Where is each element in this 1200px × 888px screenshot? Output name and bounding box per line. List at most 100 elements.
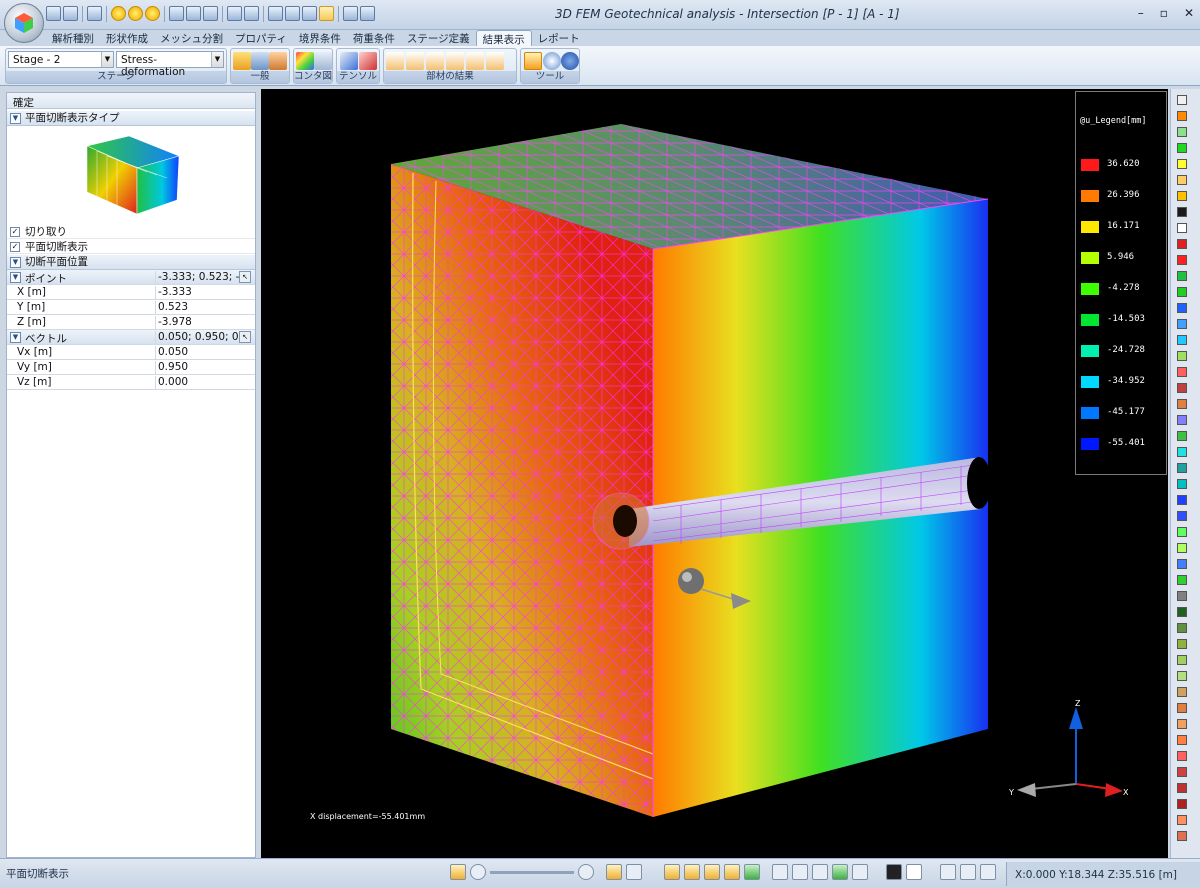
chevron-down-icon[interactable]: ▼ bbox=[10, 332, 21, 343]
palette-swatch[interactable] bbox=[1177, 255, 1187, 265]
result-type-select[interactable]: Stress-deformation ▼ bbox=[116, 51, 224, 78]
palette-swatch[interactable] bbox=[1177, 111, 1187, 121]
palette-swatch[interactable] bbox=[1177, 751, 1187, 761]
snap-line-icon[interactable] bbox=[684, 864, 700, 880]
palette-swatch[interactable] bbox=[1177, 95, 1187, 105]
zoom-out-icon[interactable] bbox=[470, 864, 486, 880]
palette-swatch[interactable] bbox=[1177, 239, 1187, 249]
palette-swatch[interactable] bbox=[1177, 287, 1187, 297]
palette-swatch[interactable] bbox=[1177, 159, 1187, 169]
contour-settings-icon[interactable] bbox=[314, 52, 332, 70]
light-reset-icon[interactable] bbox=[145, 6, 160, 21]
select-window-icon[interactable] bbox=[852, 864, 868, 880]
select-element-icon[interactable] bbox=[792, 864, 808, 880]
table-icon[interactable] bbox=[251, 52, 269, 70]
palette-swatch[interactable] bbox=[1177, 303, 1187, 313]
chevron-down-icon[interactable]: ▼ bbox=[10, 257, 21, 268]
save-icon[interactable] bbox=[63, 6, 78, 21]
print-icon[interactable] bbox=[244, 6, 259, 21]
palette-swatch[interactable] bbox=[1177, 687, 1187, 697]
cut-checkbox-row[interactable]: ✓ 切り取り bbox=[7, 225, 255, 239]
palette-swatch[interactable] bbox=[1177, 527, 1187, 537]
palette-swatch[interactable] bbox=[1177, 831, 1187, 841]
minimize-button[interactable]: – bbox=[1138, 6, 1144, 20]
palette-swatch[interactable] bbox=[1177, 223, 1187, 233]
moment-x-icon[interactable] bbox=[446, 52, 464, 70]
point-x-field[interactable]: -3.333 bbox=[155, 286, 255, 300]
open-icon[interactable] bbox=[46, 6, 61, 21]
palette-swatch[interactable] bbox=[1177, 815, 1187, 825]
select-arrow-icon[interactable] bbox=[343, 6, 358, 21]
window-icon[interactable] bbox=[87, 6, 102, 21]
snap-point-icon[interactable] bbox=[664, 864, 680, 880]
zoom-window-icon[interactable] bbox=[285, 6, 300, 21]
palette-swatch[interactable] bbox=[1177, 383, 1187, 393]
light-icon[interactable] bbox=[111, 6, 126, 21]
pick-point-button[interactable]: ↖ bbox=[239, 271, 251, 283]
zoom-in-icon[interactable] bbox=[578, 864, 594, 880]
view-options-icon[interactable] bbox=[186, 6, 201, 21]
menu-results[interactable]: 結果表示 bbox=[475, 30, 532, 46]
confirm-button[interactable]: 確定 bbox=[7, 93, 255, 109]
palette-swatch[interactable] bbox=[1177, 767, 1187, 777]
palette-swatch[interactable] bbox=[1177, 735, 1187, 745]
palette-swatch[interactable] bbox=[1177, 191, 1187, 201]
snap-edit-icon[interactable] bbox=[724, 864, 740, 880]
palette-swatch[interactable] bbox=[1177, 431, 1187, 441]
moment-y-icon[interactable] bbox=[466, 52, 484, 70]
maximize-button[interactable]: ▫ bbox=[1160, 6, 1168, 20]
stage-select[interactable]: Stage - 2 ▼ bbox=[8, 51, 114, 68]
vector-x-field[interactable]: 0.050 bbox=[155, 346, 255, 360]
pencil-icon[interactable] bbox=[233, 52, 251, 70]
tensor-icon[interactable] bbox=[340, 52, 358, 70]
list-view-icon[interactable] bbox=[960, 864, 976, 880]
model-viewport[interactable]: Z X Y X displacement=-55.401mm bbox=[261, 89, 1168, 858]
palette-swatch[interactable] bbox=[1177, 655, 1187, 665]
palette-swatch[interactable] bbox=[1177, 335, 1187, 345]
point-z-field[interactable]: -3.978 bbox=[155, 316, 255, 330]
palette-swatch[interactable] bbox=[1177, 207, 1187, 217]
palette-swatch[interactable] bbox=[1177, 511, 1187, 521]
shear-y-icon[interactable] bbox=[406, 52, 424, 70]
palette-swatch[interactable] bbox=[1177, 623, 1187, 633]
info-icon[interactable] bbox=[543, 52, 561, 70]
chevron-down-icon[interactable]: ▼ bbox=[10, 272, 21, 283]
plane-section-checkbox[interactable]: ✓ bbox=[10, 242, 20, 252]
edit-icon[interactable] bbox=[269, 52, 287, 70]
render-mode-icon[interactable] bbox=[203, 6, 218, 21]
grid-view-icon[interactable] bbox=[450, 864, 466, 880]
tool-chart-icon[interactable] bbox=[524, 52, 542, 70]
rotate-icon[interactable] bbox=[319, 6, 334, 21]
palette-swatch[interactable] bbox=[1177, 399, 1187, 409]
menu-property[interactable]: プロパティ bbox=[229, 30, 293, 46]
palette-swatch[interactable] bbox=[1177, 783, 1187, 793]
select-node-icon[interactable] bbox=[772, 864, 788, 880]
monitor-icon[interactable] bbox=[980, 864, 996, 880]
palette-swatch[interactable] bbox=[1177, 447, 1187, 457]
vector-z-field[interactable]: 0.000 bbox=[155, 376, 255, 390]
palette-swatch[interactable] bbox=[1177, 143, 1187, 153]
palette-swatch[interactable] bbox=[1177, 543, 1187, 553]
section-plane-position[interactable]: ▼ 切断平面位置 bbox=[7, 255, 255, 270]
snap-icon[interactable] bbox=[606, 864, 622, 880]
help-icon[interactable] bbox=[561, 52, 579, 70]
point-y-field[interactable]: 0.523 bbox=[155, 301, 255, 315]
menu-analysis-type[interactable]: 解析種別 bbox=[46, 30, 100, 46]
menu-stage[interactable]: ステージ定義 bbox=[401, 30, 476, 46]
plane-section-checkbox-row[interactable]: ✓ 平面切断表示 bbox=[7, 240, 255, 254]
pick-vector-button[interactable]: ↖ bbox=[239, 331, 251, 343]
chevron-down-icon[interactable]: ▼ bbox=[10, 113, 21, 124]
palette-swatch[interactable] bbox=[1177, 479, 1187, 489]
axial-force-icon[interactable] bbox=[386, 52, 404, 70]
display-light-icon[interactable] bbox=[906, 864, 922, 880]
snap-face-icon[interactable] bbox=[744, 864, 760, 880]
palette-swatch[interactable] bbox=[1177, 559, 1187, 569]
palette-swatch[interactable] bbox=[1177, 719, 1187, 729]
section-display-type[interactable]: ▼ 平面切断表示タイプ bbox=[7, 111, 255, 126]
zoom-slider[interactable] bbox=[490, 871, 574, 874]
palette-swatch[interactable] bbox=[1177, 319, 1187, 329]
display-dark-icon[interactable] bbox=[886, 864, 902, 880]
select-solid-icon[interactable] bbox=[832, 864, 848, 880]
zoom-icon[interactable] bbox=[268, 6, 283, 21]
palette-swatch[interactable] bbox=[1177, 799, 1187, 809]
